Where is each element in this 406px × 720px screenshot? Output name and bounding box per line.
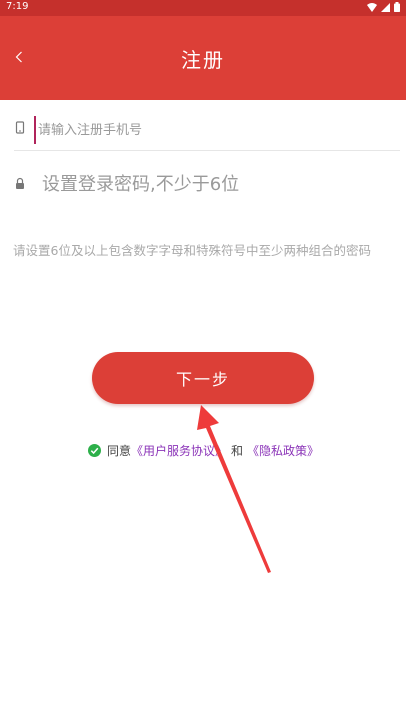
page-title: 注册 [181,48,225,72]
service-agreement-link[interactable]: 《用户服务协议》 [131,442,227,459]
status-icons [367,2,400,12]
agreement-and: 和 [231,443,244,458]
app-bar: 注册 [0,16,406,100]
status-time: 7:19 [6,1,29,12]
status-bar: 7:19 [0,0,406,16]
privacy-policy-link[interactable]: 《隐私政策》 [247,442,319,459]
agreement-prefix: 同意 [107,443,132,458]
lock-icon [16,177,24,189]
password-input[interactable] [40,168,384,200]
phone-input[interactable] [34,116,380,144]
next-step-button[interactable]: 下一步 [92,352,314,404]
phone-field-row [14,110,400,151]
password-hint: 请设置6位及以上包含数字字母和特殊符号中至少两种组合的密码 [13,243,371,258]
battery-icon [394,2,400,12]
signal-icon [381,2,390,12]
phone-icon [15,121,25,134]
agreement-row: 同意 《用户服务协议》 和 《隐私政策》 [88,441,319,459]
wifi-icon [367,2,377,12]
password-field-row [14,160,400,206]
check-circle-icon[interactable] [88,443,101,457]
